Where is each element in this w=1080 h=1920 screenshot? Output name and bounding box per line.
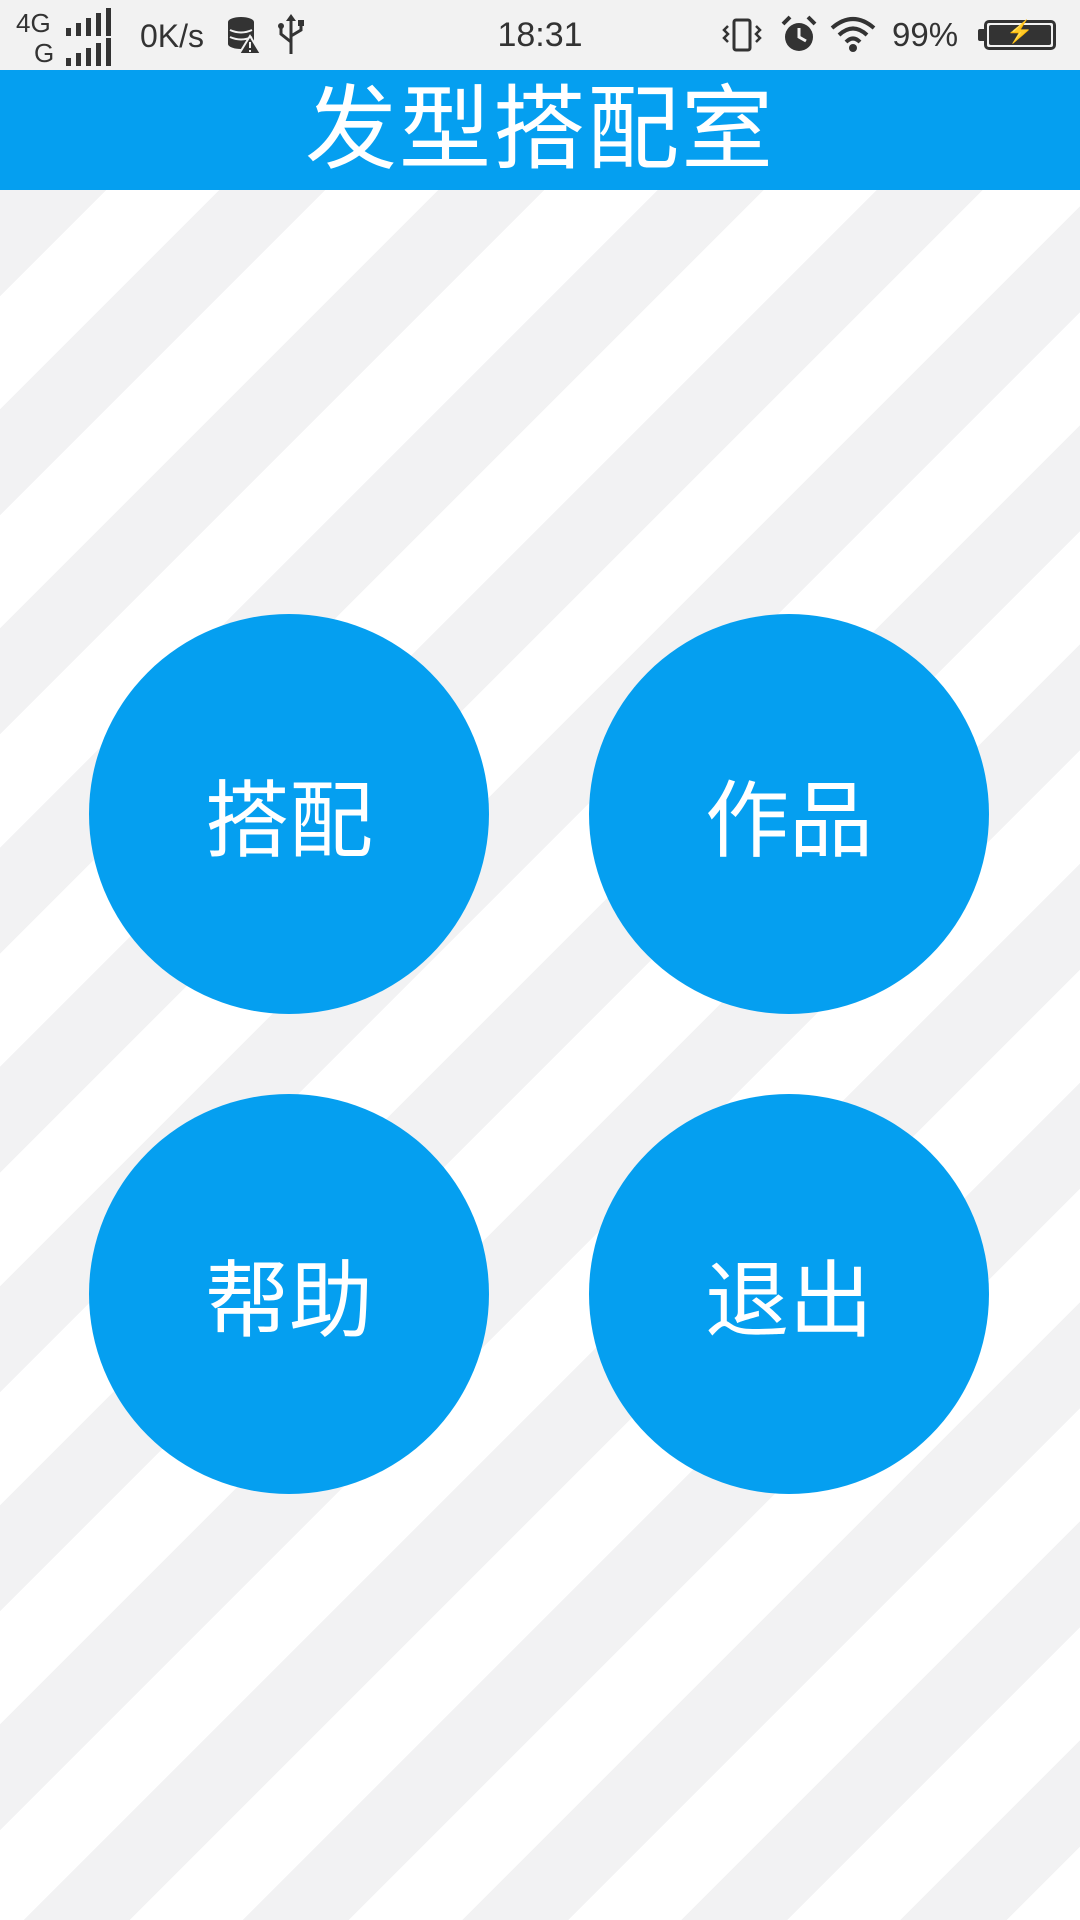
page-title: 发型搭配室 (304, 76, 775, 183)
vibrate-icon (722, 18, 762, 52)
battery-percent: 99% (892, 16, 959, 53)
exit-button[interactable]: 退出 (589, 1094, 989, 1494)
alarm-icon (781, 15, 817, 51)
status-bar: 4G G 0K/s 18:31 99% ⚡ (0, 0, 1080, 70)
screen: 4G G 0K/s 18:31 99% ⚡ 发型搭配室 搭配 作品 帮助 退出 (0, 0, 1080, 1920)
app-bar: 发型搭配室 (0, 70, 1080, 190)
help-button[interactable]: 帮助 (89, 1094, 489, 1494)
striped-background (0, 190, 1080, 1920)
battery-charging-icon: ⚡ (984, 19, 1056, 50)
works-button[interactable]: 作品 (589, 614, 989, 1014)
match-button[interactable]: 搭配 (89, 614, 489, 1014)
wifi-icon (830, 17, 876, 52)
